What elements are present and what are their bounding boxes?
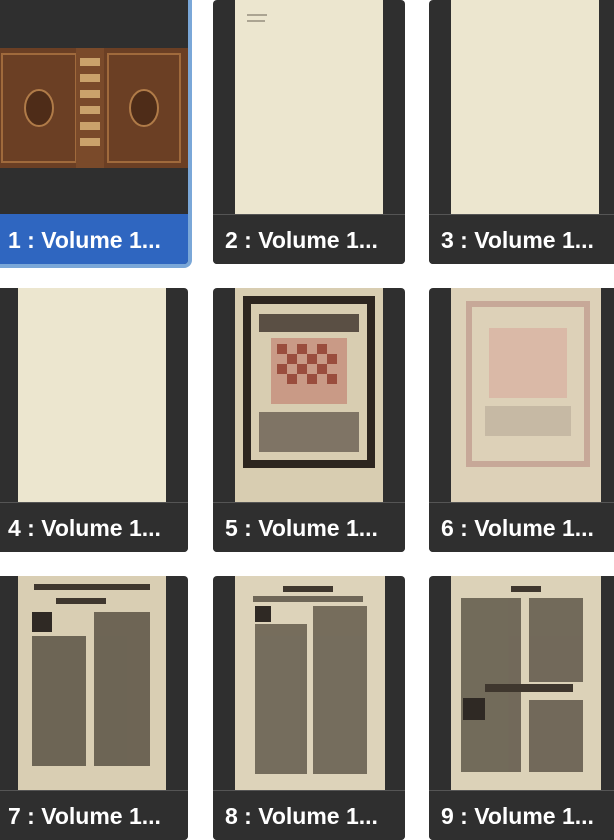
page-image — [429, 288, 614, 502]
thumbnail-6[interactable]: 6 : Volume 1... — [429, 288, 614, 552]
thumbnail-2[interactable]: 2 : Volume 1... — [213, 0, 405, 264]
page-image — [429, 0, 614, 214]
book-binding-image — [0, 0, 188, 214]
page-image — [429, 576, 614, 790]
thumbnail-label: 8 : Volume 1... — [213, 790, 405, 840]
thumbnail-1[interactable]: 1 : Volume 1... — [0, 0, 192, 268]
thumbnail-label: 4 : Volume 1... — [0, 502, 188, 552]
thumbnail-label: 5 : Volume 1... — [213, 502, 405, 552]
thumbnail-label: 1 : Volume 1... — [0, 214, 188, 264]
thumbnail-8[interactable]: 8 : Volume 1... — [213, 576, 405, 840]
page-image — [0, 576, 188, 790]
thumbnail-3[interactable]: 3 : Volume 1... — [429, 0, 614, 264]
page-image — [213, 288, 405, 502]
thumbnail-label: 6 : Volume 1... — [429, 502, 614, 552]
thumbnail-label: 9 : Volume 1... — [429, 790, 614, 840]
thumbnail-5[interactable]: 5 : Volume 1... — [213, 288, 405, 552]
thumbnail-4[interactable]: 4 : Volume 1... — [0, 288, 188, 552]
page-image — [213, 576, 405, 790]
thumbnail-9[interactable]: 9 : Volume 1... — [429, 576, 614, 840]
thumbnail-7[interactable]: 7 : Volume 1... — [0, 576, 188, 840]
thumbnail-label: 3 : Volume 1... — [429, 214, 614, 264]
thumbnail-label: 7 : Volume 1... — [0, 790, 188, 840]
thumbnail-label: 2 : Volume 1... — [213, 214, 405, 264]
page-image — [0, 288, 188, 502]
page-image — [213, 0, 405, 214]
